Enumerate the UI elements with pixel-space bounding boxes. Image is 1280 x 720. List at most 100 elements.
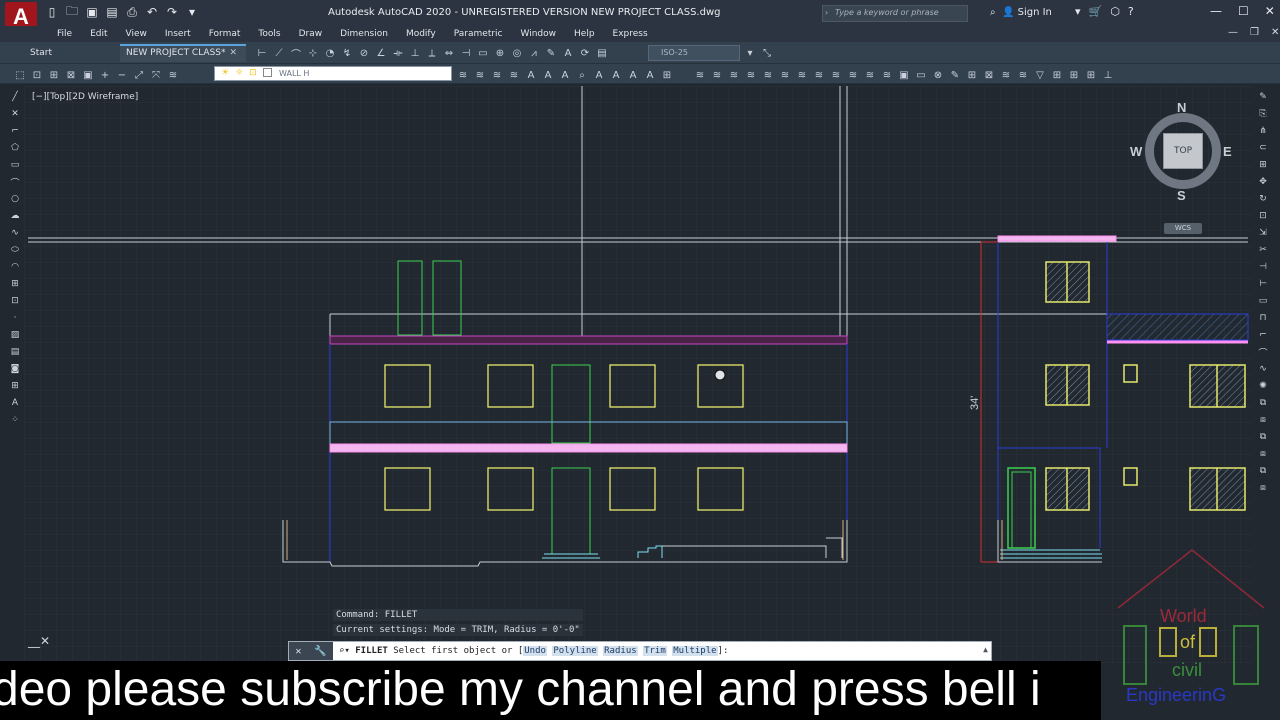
option-polyline[interactable]: Polyline: [552, 646, 598, 656]
save-icon[interactable]: ▣: [84, 4, 100, 20]
layer-tool-21-icon[interactable]: ▽: [1032, 67, 1048, 83]
command-line[interactable]: ✕ 🔧 ⌕▾ FILLET Select first object or [Un…: [288, 641, 992, 661]
command-history-toggle-icon[interactable]: ▲: [983, 645, 988, 654]
dim-update-icon[interactable]: ⟳: [577, 45, 593, 61]
rectangle-icon[interactable]: ▭: [8, 158, 22, 172]
zoom-all-icon[interactable]: ⤢: [131, 67, 147, 83]
rotate-icon[interactable]: ↻: [1256, 192, 1270, 206]
close-command-icon[interactable]: ✕: [295, 646, 301, 657]
zoom-window-icon[interactable]: ⬚: [12, 67, 28, 83]
space-icon[interactable]: ⇔: [441, 45, 457, 61]
layer-tool-6-icon[interactable]: ≋: [777, 67, 793, 83]
layer-iso-icon[interactable]: ≋: [506, 67, 522, 83]
doc-close-icon[interactable]: ✕: [1271, 27, 1279, 38]
chamfer-icon[interactable]: ⌐: [1256, 328, 1270, 342]
convert-icon[interactable]: ⊞: [659, 67, 675, 83]
spell-icon[interactable]: A: [591, 67, 607, 83]
make-block-icon[interactable]: ⊡: [8, 294, 22, 308]
point-icon[interactable]: ·: [8, 311, 22, 325]
layer-tool-20-icon[interactable]: ≋: [1015, 67, 1031, 83]
layer-select[interactable]: ☀ ☼ ⊡ WALL H: [214, 66, 452, 81]
save-as-icon[interactable]: ▤: [104, 4, 120, 20]
layer-previous-icon[interactable]: ≋: [455, 67, 471, 83]
tab-start[interactable]: Start: [24, 44, 114, 62]
add-selected-icon[interactable]: ⁘: [8, 413, 22, 427]
fillet-icon[interactable]: ⌒: [1256, 345, 1270, 359]
layer-tool-1-icon[interactable]: ≋: [692, 67, 708, 83]
help-search-input[interactable]: › Type a keyword or phrase: [822, 5, 968, 22]
line-icon[interactable]: ╱: [8, 90, 22, 104]
inspect-icon[interactable]: ◎: [509, 45, 525, 61]
menu-view[interactable]: View: [117, 27, 156, 41]
compass-east[interactable]: E: [1223, 144, 1232, 159]
mirror-icon[interactable]: ⋔: [1256, 124, 1270, 138]
copy-icon[interactable]: ⎘: [1256, 107, 1270, 121]
plot-icon[interactable]: ⎙: [124, 4, 140, 20]
tab-new-project-class[interactable]: NEW PROJECT CLASS* ✕: [120, 44, 246, 62]
option-undo[interactable]: Undo: [523, 646, 547, 656]
tab-close-icon[interactable]: ✕: [230, 48, 238, 58]
scale-icon[interactable]: ⊡: [1256, 209, 1270, 223]
baseline-icon[interactable]: ⊥: [407, 45, 423, 61]
text-style-icon[interactable]: A: [608, 67, 624, 83]
layer-tool-25-icon[interactable]: ⊥: [1100, 67, 1116, 83]
menu-parametric[interactable]: Parametric: [445, 27, 512, 41]
text-front-icon[interactable]: ⧈: [1256, 481, 1270, 495]
layer-tool-8-icon[interactable]: ≋: [811, 67, 827, 83]
explode-icon[interactable]: ✺: [1256, 379, 1270, 393]
construction-line-icon[interactable]: ✕: [8, 107, 22, 121]
recent-commands-icon[interactable]: ⌕▾: [339, 646, 350, 656]
scale-text-icon[interactable]: A: [625, 67, 641, 83]
help-icon[interactable]: ?: [1128, 5, 1134, 18]
hatch-icon[interactable]: ▨: [8, 328, 22, 342]
erase-icon[interactable]: ✎: [1256, 90, 1270, 104]
layer-tool-9-icon[interactable]: ≋: [828, 67, 844, 83]
zoom-center-icon[interactable]: ⊠: [63, 67, 79, 83]
dropdown-arrow-icon[interactable]: ▾: [742, 45, 758, 61]
layer-tool-7-icon[interactable]: ≋: [794, 67, 810, 83]
tolerance-icon[interactable]: ▭: [475, 45, 491, 61]
arc-length-icon[interactable]: ⌒: [288, 45, 304, 61]
zoom-scale-icon[interactable]: ⊞: [46, 67, 62, 83]
layer-tool-22-icon[interactable]: ⊞: [1049, 67, 1065, 83]
new-file-icon[interactable]: ▯: [44, 4, 60, 20]
dim-style-icon[interactable]: ▤: [594, 45, 610, 61]
send-under-icon[interactable]: ⧉: [1256, 464, 1270, 478]
doc-restore-icon[interactable]: ❐: [1250, 27, 1259, 38]
doc-minimize-icon[interactable]: —: [1228, 27, 1238, 38]
draworder-front-icon[interactable]: ⧈: [1256, 413, 1270, 427]
dropdown-arrow-icon[interactable]: ▾: [1075, 5, 1081, 18]
justify-icon[interactable]: A: [642, 67, 658, 83]
dim-edit-icon[interactable]: ✎: [543, 45, 559, 61]
layer-tool-4-icon[interactable]: ≋: [743, 67, 759, 83]
gradient-icon[interactable]: ▤: [8, 345, 22, 359]
join-icon[interactable]: ⊓: [1256, 311, 1270, 325]
menu-modify[interactable]: Modify: [397, 27, 445, 41]
option-multiple[interactable]: Multiple: [672, 646, 718, 656]
close-icon[interactable]: ✕: [1265, 4, 1275, 18]
ellipse-icon[interactable]: ⬭: [8, 243, 22, 257]
compass-south[interactable]: S: [1177, 188, 1186, 203]
circle-icon[interactable]: ○: [8, 192, 22, 206]
wcs-menu[interactable]: WCS: [1164, 223, 1202, 234]
menu-express[interactable]: Express: [604, 27, 657, 41]
layer-tool-15-icon[interactable]: ⊗: [930, 67, 946, 83]
zoom-dynamic-icon[interactable]: ⊡: [29, 67, 45, 83]
revcloud-icon[interactable]: ☁: [8, 209, 22, 223]
radius-icon[interactable]: ◔: [322, 45, 338, 61]
layer-tool-5-icon[interactable]: ≋: [760, 67, 776, 83]
menu-tools[interactable]: Tools: [249, 27, 289, 41]
menu-edit[interactable]: Edit: [81, 27, 116, 41]
zoom-out-icon[interactable]: −: [114, 67, 130, 83]
autodesk-store-icon[interactable]: 🛒: [1089, 5, 1103, 18]
move-icon[interactable]: ✥: [1256, 175, 1270, 189]
diameter-icon[interactable]: ⊘: [356, 45, 372, 61]
drawing-canvas[interactable]: 34': [24, 86, 1252, 664]
layer-state-icon[interactable]: ≋: [472, 67, 488, 83]
center-mark-icon[interactable]: ⊕: [492, 45, 508, 61]
offset-icon[interactable]: ⊂: [1256, 141, 1270, 155]
layer-tool-24-icon[interactable]: ⊞: [1083, 67, 1099, 83]
menu-draw[interactable]: Draw: [290, 27, 332, 41]
layer-match-icon[interactable]: ≋: [489, 67, 505, 83]
layer-tool-14-icon[interactable]: ▭: [913, 67, 929, 83]
